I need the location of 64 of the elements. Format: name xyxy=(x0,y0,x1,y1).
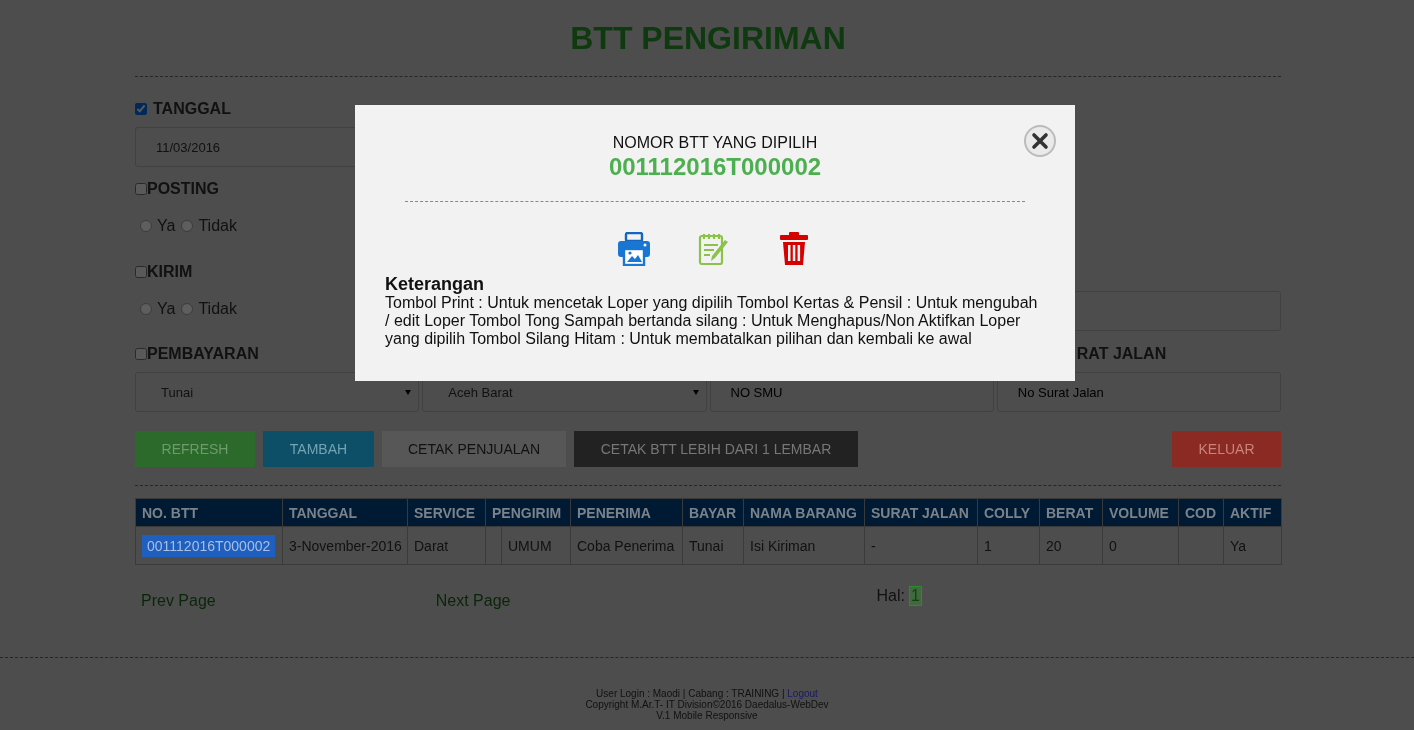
table-cell: Darat xyxy=(407,526,486,565)
checkbox[interactable] xyxy=(135,348,147,360)
radio-button[interactable] xyxy=(140,303,152,315)
table-cell: 3-November-2016 xyxy=(282,526,408,565)
printer-icon[interactable] xyxy=(616,232,651,266)
column-header: NO. BTT xyxy=(135,498,283,527)
column-header: NAMA BARANG xyxy=(743,498,865,527)
caret-icon xyxy=(405,389,412,395)
exit-button[interactable]: KELUAR xyxy=(1172,431,1281,467)
checkbox[interactable] xyxy=(135,266,147,278)
table-cell: 1 xyxy=(977,526,1040,565)
note-title: Keterangan xyxy=(385,274,486,294)
selected-number: 001112016T000002 xyxy=(607,153,823,181)
column-header: BAYAR xyxy=(682,498,744,527)
version-text: V.1 Mobile Responsive xyxy=(655,710,759,721)
table-cell: UMUM xyxy=(485,526,571,565)
table-cell xyxy=(1178,526,1224,565)
column-header: VOLUME xyxy=(1102,498,1179,527)
table-cell: Tunai xyxy=(682,526,744,565)
table-cell: 0 xyxy=(1102,526,1179,565)
action-button[interactable]: CETAK PENJUALAN xyxy=(382,431,566,467)
close-icon xyxy=(1031,132,1049,150)
checkbox[interactable] xyxy=(135,183,147,195)
trash-icon[interactable] xyxy=(778,232,809,266)
filter-label: POSTING xyxy=(147,180,219,198)
radio-label: Ya xyxy=(157,300,176,318)
next-page-link[interactable]: Next Page xyxy=(435,592,511,610)
radio-label: Ya xyxy=(157,217,176,235)
radio-button[interactable] xyxy=(181,220,194,232)
page-title: BTT PENGIRIMAN xyxy=(569,19,847,58)
action-button[interactable]: REFRESH xyxy=(135,431,255,467)
filter-label: RAT JALAN xyxy=(1076,345,1167,363)
close-button[interactable] xyxy=(1024,125,1056,157)
column-header: PENERIMA xyxy=(570,498,683,527)
column-header: SERVICE xyxy=(407,498,486,527)
radio-label: Tidak xyxy=(198,217,237,235)
filter-label: TANGGAL xyxy=(153,100,231,118)
filter-label: KIRIM xyxy=(147,263,193,281)
checkbox[interactable] xyxy=(135,103,147,115)
column-header: PENGIRIM xyxy=(485,498,571,527)
table-cell: - xyxy=(864,526,978,565)
table-cell: Isi Kiriman xyxy=(743,526,865,565)
btt-number-link[interactable]: 001112016T000002 xyxy=(142,534,276,557)
column-header: TANGGAL xyxy=(282,498,408,527)
column-header: COD xyxy=(1178,498,1224,527)
column-header: SURAT JALAN xyxy=(864,498,978,527)
radio-label: Tidak xyxy=(198,300,237,318)
page-label: Hal: xyxy=(876,587,905,605)
dialog-heading: NOMOR BTT YANG DIPILIH xyxy=(611,133,819,153)
table-cell: 20 xyxy=(1039,526,1103,565)
note-text: Tombol Print : Untuk mencetak Loper yang dipilih Tombol Kertas & Pensil : Untuk mengubah / edit Loper Tombol Tong Sampah bertanda silang : Untuk Menghapus/Non Aktifkan Loper yang dipilih Tombol Silang Hitam : Untuk membatalkan pilihan dan kembali ke awal xyxy=(385,294,1039,348)
table-cell: Coba Penerima xyxy=(570,526,683,565)
column-header: AKTIF xyxy=(1223,498,1282,527)
input-field[interactable]: No Surat Jalan xyxy=(996,372,1281,412)
action-button[interactable]: TAMBAH xyxy=(263,431,374,467)
filter-label: PEMBAYARAN xyxy=(147,345,259,363)
radio-button[interactable] xyxy=(181,303,194,315)
prev-page-link[interactable]: Prev Page xyxy=(141,592,216,610)
caret-icon xyxy=(692,389,699,395)
action-button[interactable]: CETAK BTT LEBIH DARI 1 LEMBAR xyxy=(574,431,858,467)
column-header: BERAT xyxy=(1039,498,1103,527)
column-header: COLLY xyxy=(977,498,1040,527)
table-cell: Ya xyxy=(1223,526,1282,565)
radio-button[interactable] xyxy=(140,220,152,232)
